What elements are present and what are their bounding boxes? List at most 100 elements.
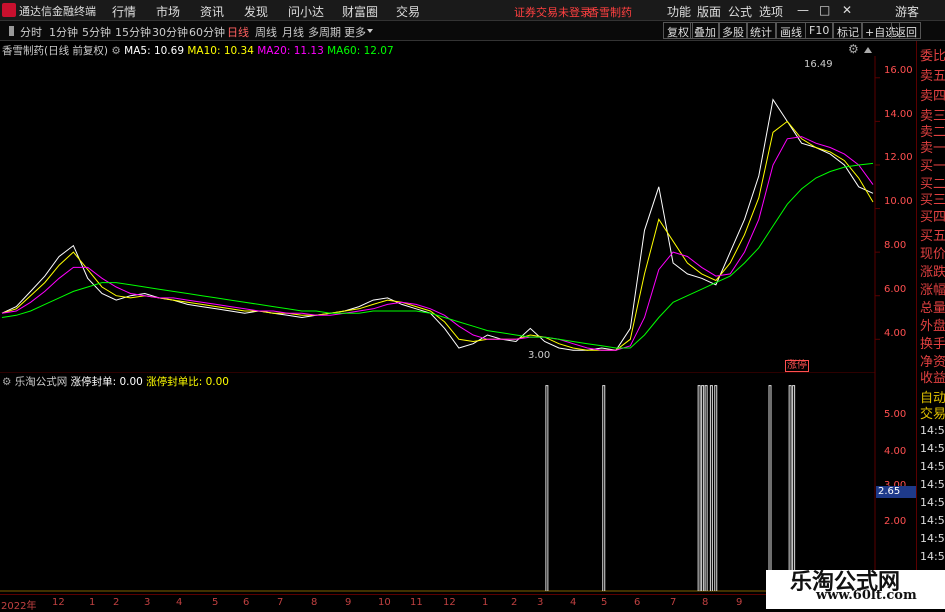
- more-dropdown-icon[interactable]: [367, 29, 373, 33]
- draw-line-button[interactable]: 画线: [776, 22, 806, 39]
- tab-60min[interactable]: 60分钟: [189, 24, 225, 40]
- limit-up-indicator-chart[interactable]: [0, 372, 916, 594]
- menu-trade[interactable]: 交易: [396, 3, 420, 20]
- chart-settings-icon[interactable]: ⚙: [848, 42, 859, 56]
- x-tick-year: 2022年: [1, 601, 37, 612]
- tab-timeshare[interactable]: 分时: [20, 24, 42, 40]
- quote-label: 外盘: [920, 319, 945, 334]
- quote-label: 委比: [920, 49, 945, 64]
- menu-news[interactable]: 资讯: [200, 3, 224, 20]
- x-tick-label: 5: [601, 597, 608, 608]
- tick-time: 14:56: [920, 550, 945, 563]
- limit-up-spike: [709, 385, 713, 591]
- x-tick-label: 2: [511, 597, 518, 608]
- tick-time: 14:56: [920, 424, 945, 437]
- quote-label: 卖五: [920, 69, 945, 84]
- tab-1min[interactable]: 1分钟: [49, 24, 78, 40]
- app-title: 通达信金融终端: [19, 5, 96, 18]
- tab-more[interactable]: 更多: [344, 24, 366, 40]
- x-tick-label: 3: [537, 597, 544, 608]
- trade-label[interactable]: 交易: [920, 403, 945, 422]
- x-tick-label: 9: [345, 597, 352, 608]
- menu-formula[interactable]: 公式: [728, 3, 752, 20]
- quote-label: 涨跌: [920, 265, 945, 280]
- menu-ask[interactable]: 问小达: [288, 3, 324, 20]
- tab-5min[interactable]: 5分钟: [82, 24, 111, 40]
- tick-time: 14:56: [920, 514, 945, 527]
- x-tick-label: 4: [176, 597, 183, 608]
- minimize-icon[interactable]: —: [797, 3, 809, 17]
- fq-button[interactable]: 复权: [663, 22, 693, 39]
- expand-up-icon[interactable]: [864, 47, 872, 53]
- quote-label: 买四: [920, 210, 945, 225]
- x-tick-label: 10: [378, 597, 391, 608]
- x-tick-label: 7: [277, 597, 284, 608]
- menu-bar: 通达信金融终端 行情 市场 资讯 发现 问小达 财富圈 交易 证券交易未登录 香…: [0, 0, 945, 21]
- menu-discover[interactable]: 发现: [244, 3, 268, 20]
- menu-options[interactable]: 选项: [759, 3, 783, 20]
- x-tick-label: 12: [52, 597, 65, 608]
- quote-label: 收益: [920, 371, 945, 386]
- quote-label: 换手: [920, 337, 945, 352]
- watermark-url: www.60lt.com: [816, 588, 917, 603]
- limit-up-spike: [704, 385, 708, 591]
- limit-up-spike: [602, 385, 606, 591]
- limit-up-badge: 涨停: [785, 360, 809, 372]
- series-line-ma10: [1, 120, 874, 351]
- period-toolbar: 分时 1分钟 5分钟 15分钟 30分钟 60分钟 日线 周线 月线 多周期 更…: [0, 21, 945, 41]
- stock-name-header: 香雪制药: [588, 6, 632, 19]
- menu-quotes[interactable]: 行情: [112, 3, 136, 20]
- watermark: 乐淘公式网 www.60lt.com: [766, 570, 945, 609]
- menu-function[interactable]: 功能: [667, 3, 691, 20]
- mark-button[interactable]: 标记: [833, 22, 863, 39]
- x-tick-label: 12: [443, 597, 456, 608]
- tab-multi-period[interactable]: 多周期: [308, 24, 341, 40]
- stats-button[interactable]: 统计: [746, 22, 776, 39]
- y-tick-16: 16.00: [884, 65, 913, 76]
- limit-up-spike: [697, 385, 701, 591]
- menu-market[interactable]: 市场: [156, 3, 180, 20]
- tab-daily[interactable]: 日线: [227, 24, 249, 40]
- close-icon[interactable]: ✕: [842, 3, 852, 17]
- high-price-label: 16.49: [804, 59, 833, 70]
- menu-layout[interactable]: 版面: [697, 3, 721, 20]
- x-tick-label: 1: [89, 597, 96, 608]
- collapse-arrow-icon[interactable]: [4, 26, 14, 36]
- quote-label: 卖四: [920, 89, 945, 104]
- price-chart[interactable]: [0, 56, 916, 372]
- tab-15min[interactable]: 15分钟: [115, 24, 151, 40]
- app-logo-icon: [2, 3, 16, 17]
- sub-y-tick-5: 5.00: [884, 409, 907, 420]
- sub-y-tick-2: 2.00: [884, 516, 907, 527]
- tick-time: 14:56: [920, 442, 945, 455]
- tab-weekly[interactable]: 周线: [255, 24, 277, 40]
- y-tick-8: 8.00: [884, 240, 907, 251]
- limit-up-spike: [701, 385, 705, 591]
- x-tick-label: 3: [144, 597, 151, 608]
- limit-up-spike: [545, 385, 549, 591]
- multi-stock-button[interactable]: 多股: [718, 22, 748, 39]
- x-tick-label: 8: [311, 597, 318, 608]
- quote-label: 卖一: [920, 141, 945, 156]
- f10-button[interactable]: F10: [805, 22, 834, 39]
- login-notice[interactable]: 证券交易未登录: [514, 4, 591, 20]
- x-tick-label: 2: [113, 597, 120, 608]
- tick-time: 14:56: [920, 532, 945, 545]
- overlay-button[interactable]: 叠加: [690, 22, 720, 39]
- limit-up-spike: [714, 385, 718, 591]
- series-line-ma20: [1, 136, 874, 351]
- maximize-icon[interactable]: □: [819, 3, 830, 17]
- x-tick-label: 11: [410, 597, 423, 608]
- sub-value-marker: 2.65: [876, 486, 916, 498]
- x-tick-label: 5: [212, 597, 219, 608]
- series-line-ma5: [1, 98, 874, 351]
- x-tick-label: 6: [634, 597, 641, 608]
- tab-monthly[interactable]: 月线: [282, 24, 304, 40]
- tick-time: 14:56: [920, 460, 945, 473]
- y-tick-4: 4.00: [884, 328, 907, 339]
- back-button[interactable]: 返回: [891, 22, 921, 39]
- guest-label[interactable]: 游客: [895, 3, 919, 20]
- time-axis: 2022年 12 1 2 3 4 5 6 7 8 9 10 11 12 1 2 …: [0, 594, 875, 612]
- menu-fortune[interactable]: 财富圈: [342, 3, 378, 20]
- tab-30min[interactable]: 30分钟: [152, 24, 188, 40]
